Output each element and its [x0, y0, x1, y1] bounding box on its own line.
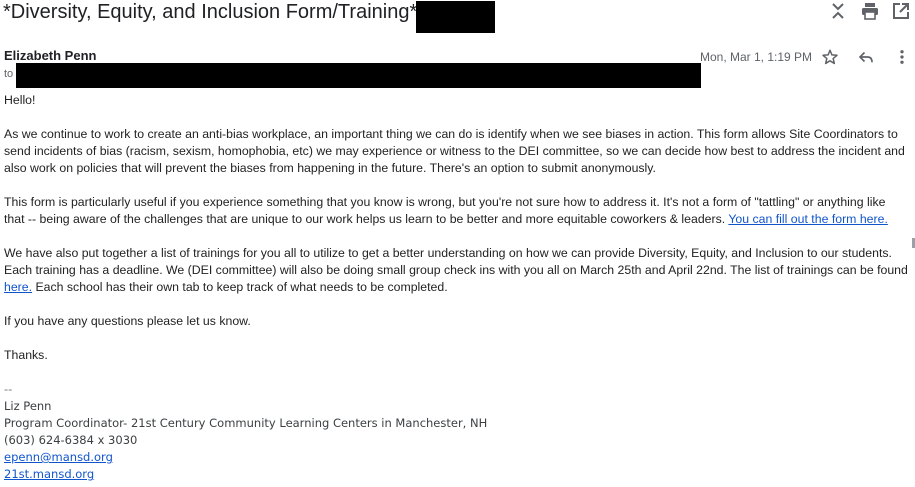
- star-icon[interactable]: [821, 48, 839, 66]
- reply-icon[interactable]: [857, 48, 875, 66]
- body-paragraph-3: We have also put together a list of trai…: [4, 245, 909, 296]
- sender-name[interactable]: Elizabeth Penn: [4, 48, 96, 63]
- collapse-icon[interactable]: [828, 1, 848, 21]
- recipient-label: to: [4, 68, 14, 80]
- signature-separator: --: [4, 382, 13, 396]
- signature-phone: (603) 624-6384 x 3030: [4, 433, 138, 447]
- email-date: Mon, Mar 1, 1:19 PM: [700, 50, 813, 64]
- closing-text: Thanks.: [4, 348, 48, 362]
- form-link[interactable]: You can fill out the form here.: [728, 212, 888, 226]
- open-in-new-window-icon[interactable]: [891, 1, 911, 21]
- signature-website-link[interactable]: 21st.mansd.org: [4, 467, 94, 481]
- redacted-recipients: [16, 63, 701, 88]
- signature-name: Liz Penn: [4, 399, 52, 413]
- body-paragraph-1: As we continue to work to create an anti…: [4, 127, 905, 175]
- body-paragraph-3-text-a: We have also put together a list of trai…: [4, 246, 908, 277]
- body-paragraph-3-text-b: Each school has their own tab to keep tr…: [32, 280, 448, 294]
- redacted-label: [416, 1, 495, 33]
- signature-title: Program Coordinator- 21st Century Commun…: [4, 416, 488, 430]
- trainings-link[interactable]: here.: [4, 280, 32, 294]
- email-subject: *Diversity, Equity, and Inclusion Form/T…: [3, 1, 418, 23]
- body-paragraph-2: This form is particularly useful if you …: [4, 194, 909, 228]
- signature-email-link[interactable]: epenn@mansd.org: [4, 450, 113, 464]
- body-paragraph-4: If you have any questions please let us …: [4, 314, 251, 328]
- more-options-icon[interactable]: [893, 48, 911, 66]
- email-greeting: Hello!: [4, 93, 36, 107]
- print-icon[interactable]: [860, 1, 880, 21]
